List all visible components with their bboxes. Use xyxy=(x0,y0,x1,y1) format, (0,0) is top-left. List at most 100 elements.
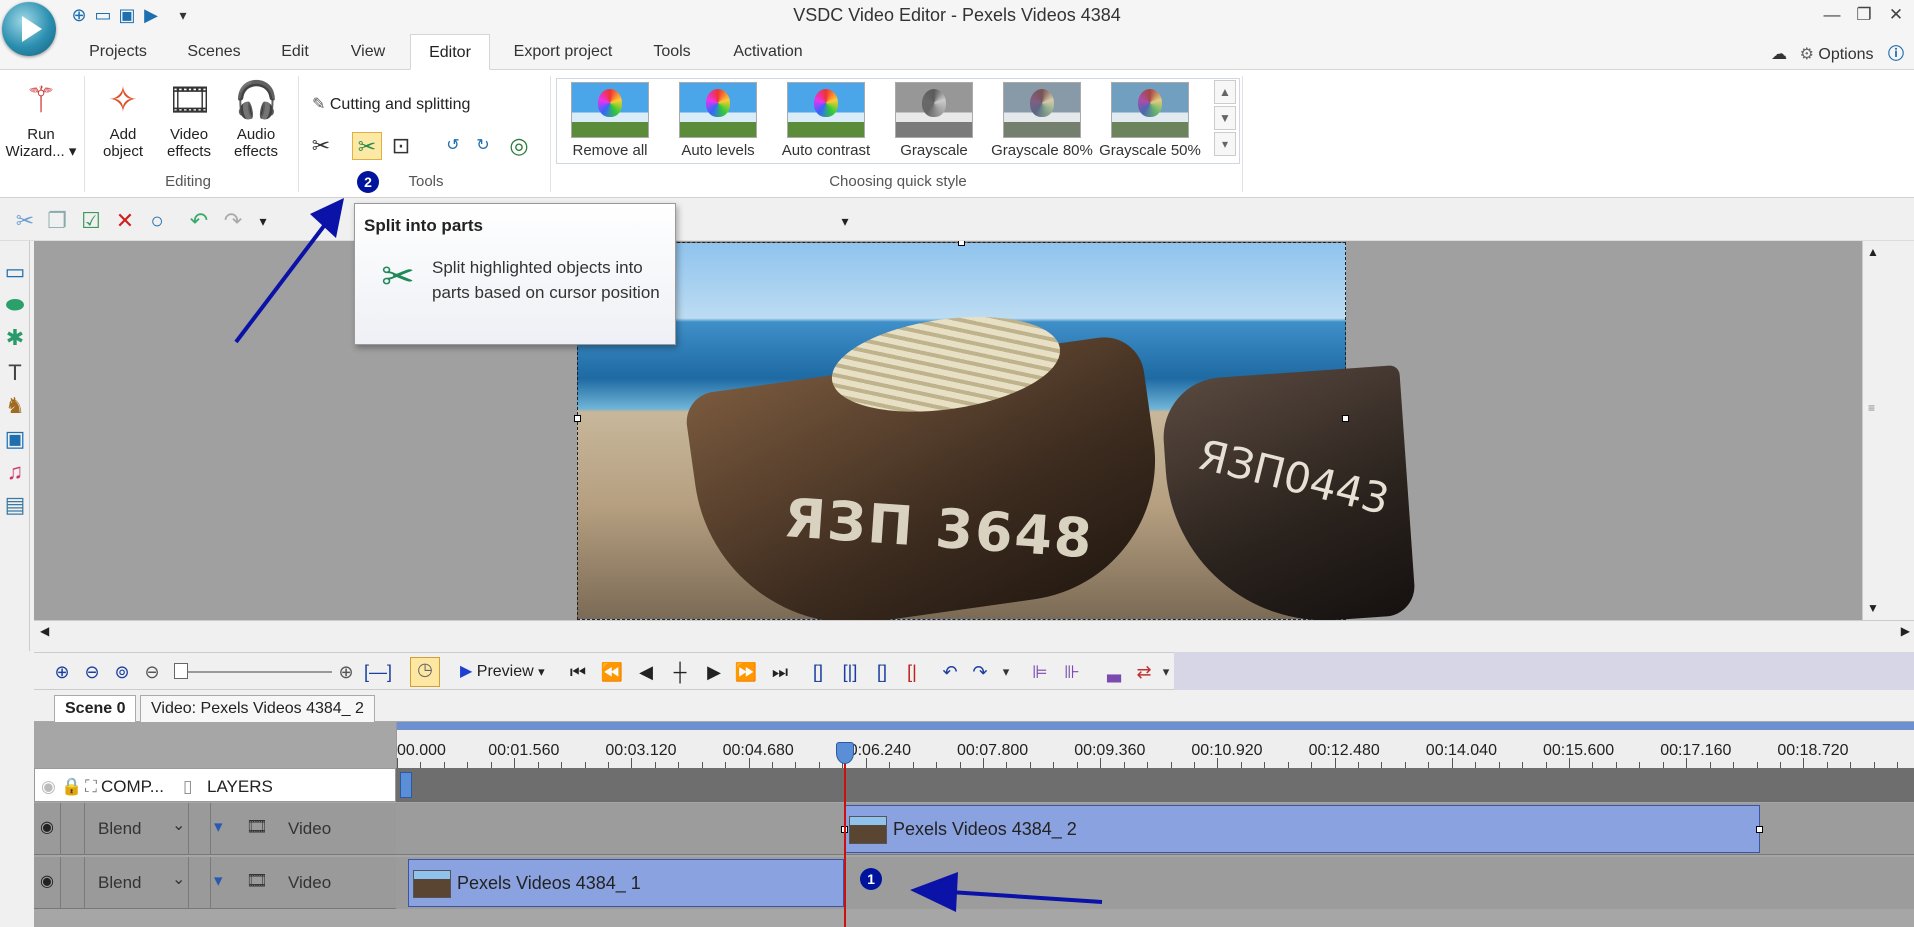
zoom-in-icon[interactable]: ⊕ xyxy=(50,661,74,683)
fit-timeline-icon[interactable]: [—] xyxy=(364,661,392,683)
mark-range-icon[interactable]: [|] xyxy=(838,661,862,683)
rotate-right-90-icon[interactable]: ↻ xyxy=(468,132,498,160)
delete-icon[interactable]: ✕ xyxy=(112,208,138,234)
text-icon[interactable]: T xyxy=(3,360,27,386)
rotate-left-90-icon[interactable]: ↺ xyxy=(438,132,468,160)
mark-in-icon[interactable]: [] xyxy=(806,661,830,683)
cut-tool-icon[interactable]: ✂ xyxy=(306,132,336,160)
copy-icon[interactable]: ❐ xyxy=(44,208,70,234)
cloud-icon[interactable]: ☁ xyxy=(1771,46,1787,63)
audio-icon[interactable]: ♫ xyxy=(3,459,27,485)
audio-effects-button[interactable]: 🎧 Audio effects xyxy=(224,78,288,160)
go-to-start-icon[interactable]: ⏮ xyxy=(566,661,590,683)
fast-forward-icon[interactable]: ⏩ xyxy=(734,661,758,683)
zoom-out-icon[interactable]: ⊖ xyxy=(80,661,104,683)
tab-projects[interactable]: Projects xyxy=(80,34,156,70)
gallery-expand-icon[interactable]: ▾ xyxy=(1214,132,1236,156)
mark-clear-icon[interactable]: [| xyxy=(900,661,924,683)
zoom-fit-icon[interactable]: ⊚ xyxy=(110,661,134,683)
run-wizard-button[interactable]: ⚚ Run Wizard... ▾ xyxy=(2,78,80,160)
minimize-icon[interactable]: — xyxy=(1818,2,1846,28)
preview-button[interactable]: ▶ Preview ▾ xyxy=(460,661,545,681)
split-marker-icon[interactable]: ┼ xyxy=(668,661,692,683)
eye-icon[interactable]: ◉ xyxy=(41,777,56,797)
horizontal-scrollbar[interactable]: ◀ ▶ xyxy=(34,620,1914,642)
clip-pexels-2[interactable]: Pexels Videos 4384_ 2 xyxy=(841,805,1763,853)
close-window-icon[interactable]: ✕ xyxy=(1882,2,1910,28)
undo-timeline-icon[interactable]: ↶ xyxy=(938,661,962,683)
app-logo-icon[interactable] xyxy=(2,2,56,56)
time-ruler[interactable]: 00.000 00:01.560 00:03.120 00:04.680 00:06.2… xyxy=(396,722,1914,768)
vertical-scrollbar[interactable]: ▲ ≡ ▼ xyxy=(1862,241,1884,620)
gear-icon[interactable]: ⚙ xyxy=(1800,46,1814,63)
scroll-thumb-icon[interactable]: ≡ xyxy=(1868,401,1875,415)
mark-out-icon[interactable]: [] xyxy=(870,661,894,683)
scroll-right-icon[interactable]: ▶ xyxy=(1901,624,1910,638)
style-grayscale-80[interactable]: Grayscale 80% xyxy=(990,82,1094,159)
gallery-scroll-up-icon[interactable]: ▲ xyxy=(1214,80,1236,104)
style-auto-levels[interactable]: Auto levels xyxy=(666,82,770,159)
go-to-end-icon[interactable]: ⏭ xyxy=(768,661,792,683)
zoom-minus-icon[interactable]: ⊖ xyxy=(140,661,164,683)
clip-pexels-1[interactable]: Pexels Videos 4384_ 1 xyxy=(408,859,844,907)
crop-icon[interactable]: ⊡ xyxy=(386,132,416,160)
undo-icon[interactable]: ↶ xyxy=(186,208,212,234)
scroll-down-icon[interactable]: ▼ xyxy=(1867,601,1879,615)
blend-mode-select[interactable]: Blend xyxy=(98,869,188,893)
paste-icon[interactable]: ☑ xyxy=(78,208,104,234)
info-icon[interactable]: ⓘ xyxy=(1888,46,1904,63)
align-left-icon[interactable]: ⊫ xyxy=(1028,661,1052,683)
select-all-icon[interactable]: ○ xyxy=(144,208,170,234)
restore-icon[interactable]: ❐ xyxy=(1850,2,1878,28)
toolbar-dropdown-icon[interactable]: ▾ xyxy=(994,661,1018,683)
style-grayscale-50[interactable]: Grayscale 50% xyxy=(1098,82,1202,159)
eye-icon[interactable]: ◉ xyxy=(40,817,54,837)
video-preview[interactable]: ЯЗП 3648 ЯЗП0443 xyxy=(574,241,1417,620)
resize-handle[interactable] xyxy=(574,415,581,422)
eye-icon[interactable]: ◉ xyxy=(40,871,54,891)
tab-tools[interactable]: Tools xyxy=(644,34,700,70)
range-start-handle[interactable] xyxy=(400,772,412,798)
zoom-slider-thumb[interactable] xyxy=(174,663,188,679)
style-auto-contrast[interactable]: Auto contrast xyxy=(774,82,878,159)
tab-editor[interactable]: Editor xyxy=(410,34,490,70)
resize-handle[interactable] xyxy=(1342,415,1349,422)
swap-objects-icon[interactable]: ⇄ xyxy=(1132,661,1156,683)
free-shape-icon[interactable]: ✱ xyxy=(3,325,27,351)
add-object-button[interactable]: ✧ Add object xyxy=(88,78,158,160)
color-tool-icon[interactable]: ◎ xyxy=(504,132,534,160)
scroll-up-icon[interactable]: ▲ xyxy=(1867,245,1879,259)
layer-options-icon[interactable]: ▾ xyxy=(214,817,223,837)
step-back-icon[interactable]: ◀ xyxy=(634,661,658,683)
blend-mode-select[interactable]: Blend xyxy=(98,815,188,839)
align-right-icon[interactable]: ⊪ xyxy=(1060,661,1084,683)
tab-video-clip[interactable]: Video: Pexels Videos 4384_ 2 xyxy=(140,695,375,722)
lock-icon[interactable]: 🔒 xyxy=(61,777,82,797)
image-icon[interactable]: ▣ xyxy=(3,426,27,452)
zoom-plus-icon[interactable]: ⊕ xyxy=(334,661,358,683)
style-remove-all[interactable]: Remove all xyxy=(558,82,662,159)
options-button[interactable]: Options xyxy=(1818,46,1873,63)
timer-icon[interactable]: ◷ xyxy=(410,657,440,687)
redo-timeline-icon[interactable]: ↷ xyxy=(968,661,992,683)
timeline-cursor[interactable] xyxy=(844,742,846,927)
ellipse-icon[interactable]: ⬬ xyxy=(3,292,27,318)
zoom-slider[interactable] xyxy=(182,671,332,673)
toolbar-dropdown-icon[interactable]: ▾ xyxy=(832,208,858,234)
tab-edit[interactable]: Edit xyxy=(272,34,318,70)
timeline-cursor-handle[interactable] xyxy=(836,742,854,764)
gallery-scroll-down-icon[interactable]: ▼ xyxy=(1214,106,1236,130)
rewind-icon[interactable]: ⏪ xyxy=(600,661,624,683)
video-icon[interactable]: ▤ xyxy=(3,492,27,518)
track-header-1[interactable]: ◉ Blend ▾ 🎞 Video xyxy=(34,803,396,855)
tab-export-project[interactable]: Export project xyxy=(504,34,622,70)
move-object-icon[interactable]: ▃ xyxy=(1102,661,1126,683)
rectangle-icon[interactable]: ▭ xyxy=(3,259,27,285)
cutting-splitting-menu[interactable]: ✎ Cutting and splitting xyxy=(312,94,470,114)
step-forward-icon[interactable]: ▶ xyxy=(702,661,726,683)
style-grayscale[interactable]: Grayscale xyxy=(882,82,986,159)
tab-view[interactable]: View xyxy=(340,34,396,70)
resize-handle[interactable] xyxy=(1756,826,1763,833)
cut-icon[interactable]: ✂ xyxy=(12,208,38,234)
resize-handle[interactable] xyxy=(958,241,965,246)
